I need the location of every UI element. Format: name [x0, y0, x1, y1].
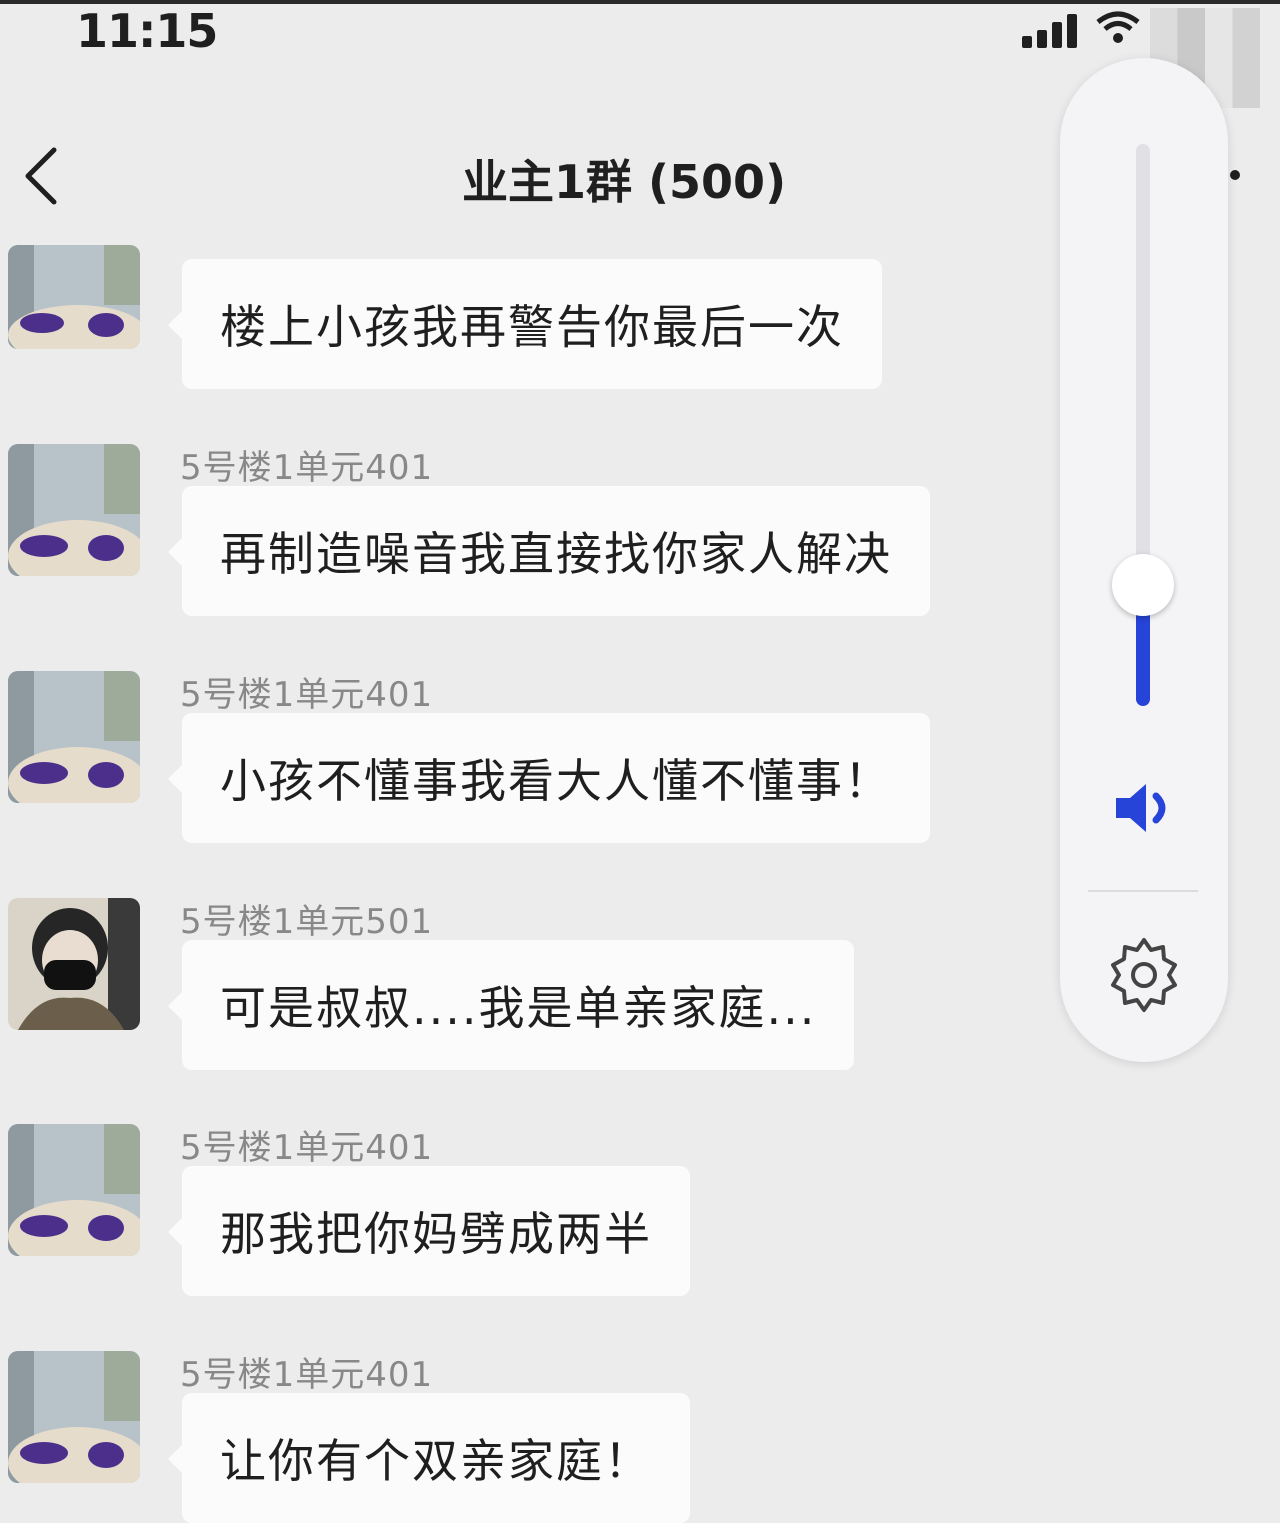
- message-bubble[interactable]: 楼上小孩我再警告你最后一次: [168, 259, 882, 389]
- street-avatar[interactable]: [8, 1124, 140, 1256]
- message-text: 小孩不懂事我看大人懂不懂事！: [220, 754, 892, 808]
- street-avatar[interactable]: [8, 671, 140, 803]
- gear-icon[interactable]: [1104, 934, 1184, 1014]
- message-text: 让你有个双亲家庭！: [220, 1434, 652, 1488]
- sender-name: 5号楼1单元401: [180, 675, 434, 715]
- message-bubble[interactable]: 小孩不懂事我看大人懂不懂事！: [168, 713, 930, 843]
- chat-title: 业主1群 (500): [462, 155, 787, 209]
- masked-person-avatar[interactable]: [8, 898, 140, 1030]
- volume-slider-knob[interactable]: [1112, 554, 1174, 616]
- panel-divider: [1088, 890, 1198, 892]
- street-avatar[interactable]: [8, 444, 140, 576]
- message-bubble[interactable]: 让你有个双亲家庭！: [168, 1393, 690, 1523]
- sender-name: 5号楼1单元401: [180, 1128, 434, 1168]
- message-bubble[interactable]: 再制造噪音我直接找你家人解决: [168, 486, 930, 616]
- signal-icon: [1022, 14, 1082, 48]
- wifi-icon: [1096, 11, 1140, 43]
- message-text: 那我把你妈劈成两半: [220, 1207, 652, 1261]
- message-bubble[interactable]: 可是叔叔....我是单亲家庭...: [167, 940, 855, 1070]
- message-text: 再制造噪音我直接找你家人解决: [220, 527, 892, 581]
- volume-panel: [1060, 58, 1228, 1062]
- sender-name: 5号楼1单元501: [180, 902, 434, 942]
- status-time: 11:15: [76, 4, 218, 58]
- back-arrow-icon[interactable]: [22, 146, 62, 206]
- street-avatar[interactable]: [8, 245, 140, 349]
- sender-name: 5号楼1单元401: [180, 448, 434, 488]
- speaker-icon[interactable]: [1112, 780, 1176, 836]
- more-icon[interactable]: [1230, 170, 1240, 180]
- street-avatar[interactable]: [8, 1351, 140, 1483]
- message-bubble[interactable]: 那我把你妈劈成两半: [168, 1166, 690, 1296]
- message-text: 可是叔叔....我是单亲家庭...: [220, 981, 817, 1035]
- message-text: 楼上小孩我再警告你最后一次: [220, 300, 844, 354]
- sender-name: 5号楼1单元401: [180, 1355, 434, 1395]
